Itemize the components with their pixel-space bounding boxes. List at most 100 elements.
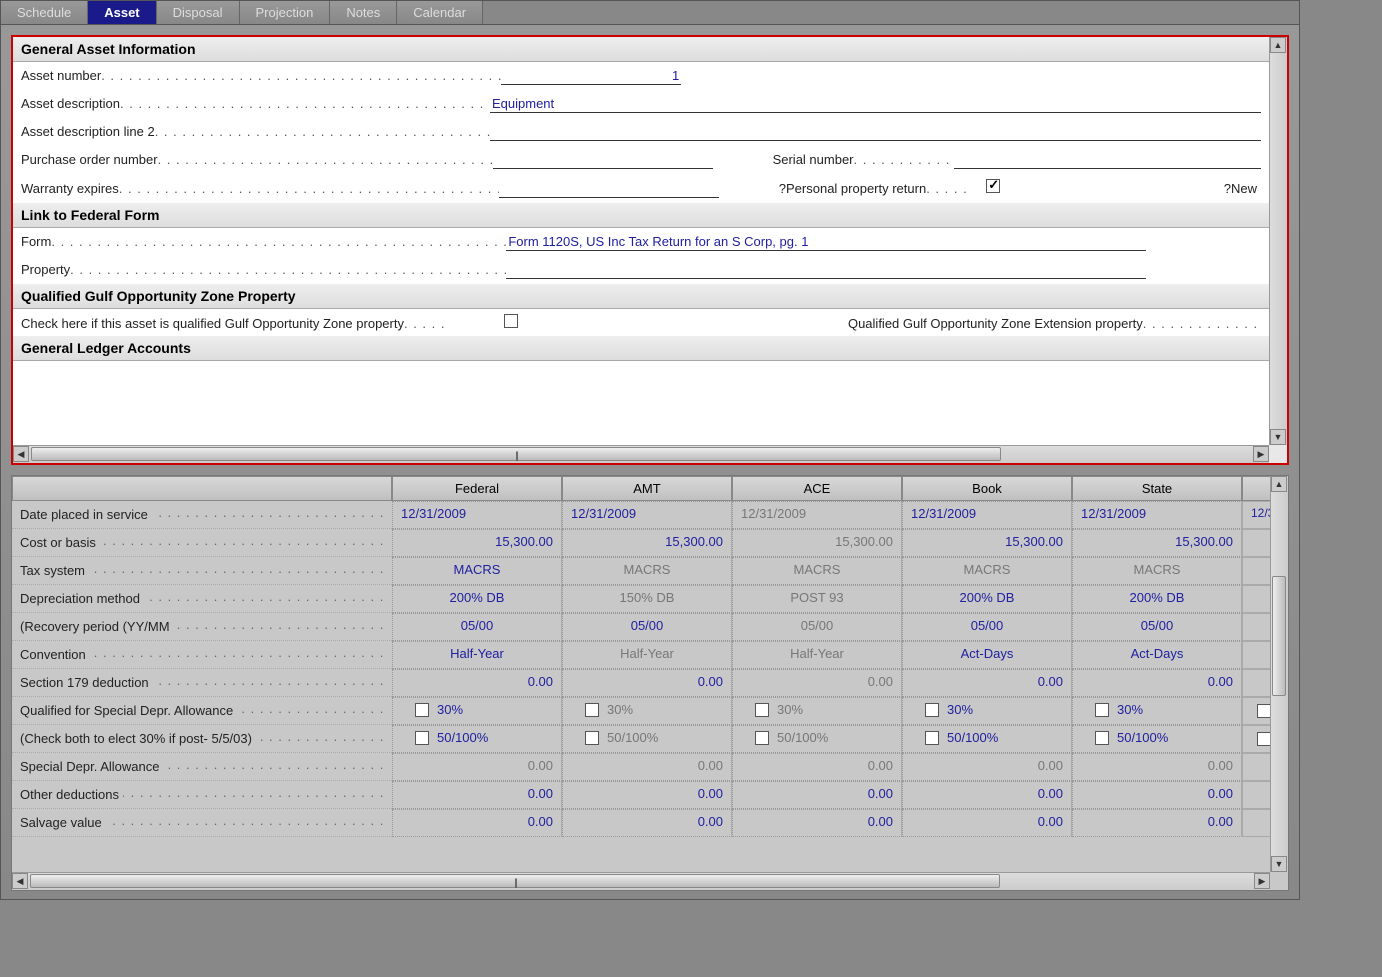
scroll-left-icon[interactable]: ◀ — [12, 873, 28, 889]
grid-cell-book[interactable]: 200% DB — [902, 585, 1072, 613]
grid-cell-book[interactable]: MACRS — [902, 557, 1072, 585]
grid-cell-state[interactable]: 50/100% — [1072, 725, 1242, 753]
input-asset-number[interactable] — [501, 67, 681, 85]
scroll-down-icon[interactable]: ▼ — [1270, 429, 1286, 445]
grid-cell-federal[interactable]: 0.00 — [392, 753, 562, 781]
scroll-thumb[interactable]: ||| — [31, 447, 1001, 461]
grid-cell-ace[interactable]: MACRS — [732, 557, 902, 585]
grid-cell-federal[interactable]: 0.00 — [392, 781, 562, 809]
bottom-vertical-scrollbar[interactable]: ▲ ▼ — [1270, 476, 1288, 872]
checkbox-special-depr[interactable] — [755, 703, 769, 717]
input-form[interactable] — [506, 233, 1146, 251]
grid-cell-amt[interactable]: 12/31/2009 — [562, 501, 732, 529]
grid-header-amt[interactable]: AMT — [562, 476, 732, 501]
grid-cell-book[interactable]: 0.00 — [902, 809, 1072, 837]
grid-cell-federal[interactable]: 200% DB — [392, 585, 562, 613]
checkbox-special-depr[interactable] — [1095, 703, 1109, 717]
grid-cell-federal[interactable]: 05/00 — [392, 613, 562, 641]
grid-header-federal[interactable]: Federal — [392, 476, 562, 501]
grid-cell-book[interactable]: 30% — [902, 697, 1072, 725]
scroll-right-icon[interactable]: ▶ — [1253, 446, 1269, 462]
grid-cell-federal[interactable]: Half-Year — [392, 641, 562, 669]
input-asset-desc[interactable] — [490, 95, 1261, 113]
scroll-right-icon[interactable]: ▶ — [1254, 873, 1270, 889]
grid-cell-state[interactable]: 12/31/2009 — [1072, 501, 1242, 529]
grid-cell-state[interactable]: 0.00 — [1072, 809, 1242, 837]
grid-header-book[interactable]: Book — [902, 476, 1072, 501]
tab-projection[interactable]: Projection — [240, 1, 331, 24]
grid-cell-book[interactable]: 0.00 — [902, 753, 1072, 781]
grid-cell-book[interactable]: Act-Days — [902, 641, 1072, 669]
tab-asset[interactable]: Asset — [88, 1, 156, 24]
checkbox-gulf-zone[interactable] — [504, 314, 518, 328]
grid-cell-ace[interactable]: 0.00 — [732, 669, 902, 697]
checkbox-special-depr[interactable] — [1257, 732, 1270, 746]
grid-cell-amt[interactable]: 30% — [562, 697, 732, 725]
grid-cell-state[interactable]: 0.00 — [1072, 781, 1242, 809]
input-warranty[interactable] — [499, 180, 719, 198]
top-horizontal-scrollbar[interactable]: ◀ ||| ▶ — [13, 445, 1269, 463]
grid-cell-amt[interactable]: 50/100% — [562, 725, 732, 753]
tab-disposal[interactable]: Disposal — [157, 1, 240, 24]
grid-cell-ace[interactable]: 0.00 — [732, 809, 902, 837]
grid-cell-state[interactable]: 05/00 — [1072, 613, 1242, 641]
grid-cell-state[interactable]: Act-Days — [1072, 641, 1242, 669]
grid-cell-amt[interactable]: MACRS — [562, 557, 732, 585]
grid-header-ace[interactable]: ACE — [732, 476, 902, 501]
grid-cell-ace[interactable]: POST 93 — [732, 585, 902, 613]
checkbox-special-depr[interactable] — [1095, 731, 1109, 745]
scroll-thumb[interactable]: ||| — [30, 874, 1000, 888]
grid-cell-ace[interactable]: 0.00 — [732, 753, 902, 781]
grid-cell-federal[interactable]: 0.00 — [392, 669, 562, 697]
checkbox-special-depr[interactable] — [585, 703, 599, 717]
grid-cell-ace[interactable]: 50/100% — [732, 725, 902, 753]
tab-calendar[interactable]: Calendar — [397, 1, 483, 24]
input-serial-number[interactable] — [954, 151, 1261, 169]
grid-cell-amt[interactable]: 0.00 — [562, 781, 732, 809]
scroll-up-icon[interactable]: ▲ — [1271, 476, 1287, 492]
scroll-left-icon[interactable]: ◀ — [13, 446, 29, 462]
grid-cell-federal[interactable]: 12/31/2009 — [392, 501, 562, 529]
checkbox-special-depr[interactable] — [585, 731, 599, 745]
input-property[interactable] — [506, 261, 1146, 279]
grid-cell-federal[interactable]: 0.00 — [392, 809, 562, 837]
grid-cell-federal[interactable]: MACRS — [392, 557, 562, 585]
grid-cell-ace[interactable]: 15,300.00 — [732, 529, 902, 557]
grid-cell-state[interactable]: 200% DB — [1072, 585, 1242, 613]
input-asset-desc2[interactable] — [490, 123, 1261, 141]
scroll-thumb-v[interactable] — [1272, 576, 1286, 696]
grid-cell-book[interactable]: 0.00 — [902, 781, 1072, 809]
checkbox-special-depr[interactable] — [415, 731, 429, 745]
grid-cell-ace[interactable]: 05/00 — [732, 613, 902, 641]
grid-cell-amt[interactable]: 150% DB — [562, 585, 732, 613]
grid-cell-amt[interactable]: 0.00 — [562, 753, 732, 781]
grid-cell-ace[interactable]: 12/31/2009 — [732, 501, 902, 529]
grid-header-state[interactable]: State — [1072, 476, 1242, 501]
grid-cell-amt[interactable]: 0.00 — [562, 809, 732, 837]
tab-notes[interactable]: Notes — [330, 1, 397, 24]
scroll-down-icon[interactable]: ▼ — [1271, 856, 1287, 872]
input-po-number[interactable] — [493, 151, 713, 169]
checkbox-special-depr[interactable] — [925, 703, 939, 717]
grid-cell-state[interactable]: 0.00 — [1072, 669, 1242, 697]
checkbox-special-depr[interactable] — [1257, 704, 1270, 718]
grid-cell-amt[interactable]: Half-Year — [562, 641, 732, 669]
grid-cell-state[interactable]: MACRS — [1072, 557, 1242, 585]
grid-cell-state[interactable]: 15,300.00 — [1072, 529, 1242, 557]
grid-cell-state[interactable]: 0.00 — [1072, 753, 1242, 781]
grid-cell-ace[interactable]: 30% — [732, 697, 902, 725]
grid-cell-amt[interactable]: 05/00 — [562, 613, 732, 641]
grid-cell-state[interactable]: 30% — [1072, 697, 1242, 725]
grid-cell-book[interactable]: 50/100% — [902, 725, 1072, 753]
grid-cell-federal[interactable]: 50/100% — [392, 725, 562, 753]
grid-cell-book[interactable]: 0.00 — [902, 669, 1072, 697]
bottom-horizontal-scrollbar[interactable]: ◀ ||| ▶ — [12, 872, 1270, 890]
grid-cell-amt[interactable]: 15,300.00 — [562, 529, 732, 557]
tab-schedule[interactable]: Schedule — [1, 1, 88, 24]
grid-cell-ace[interactable]: Half-Year — [732, 641, 902, 669]
grid-cell-book[interactable]: 15,300.00 — [902, 529, 1072, 557]
checkbox-special-depr[interactable] — [925, 731, 939, 745]
grid-cell-federal[interactable]: 30% — [392, 697, 562, 725]
grid-cell-federal[interactable]: 15,300.00 — [392, 529, 562, 557]
top-vertical-scrollbar[interactable]: ▲ ▼ — [1269, 37, 1287, 445]
